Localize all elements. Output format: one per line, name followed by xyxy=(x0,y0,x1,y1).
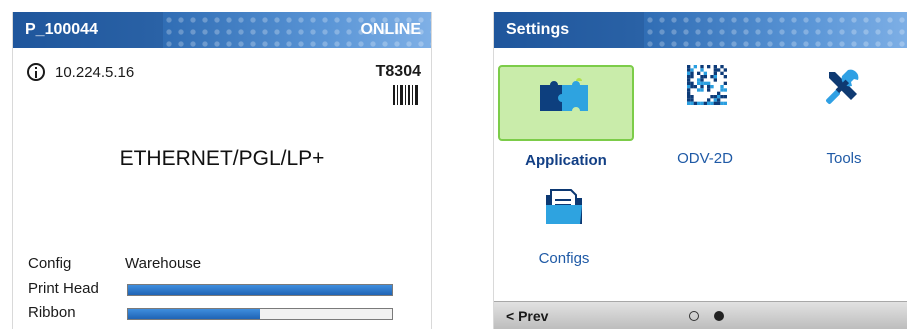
page-indicator-2[interactable] xyxy=(714,311,724,321)
status-header-bar: P_100044 ONLINE xyxy=(13,12,431,48)
puzzle-icon xyxy=(540,78,588,111)
print-head-label: Print Head xyxy=(28,280,99,297)
datamatrix-icon xyxy=(687,65,727,105)
folder-icon xyxy=(546,189,582,224)
tile-label-configs: Configs xyxy=(538,250,590,267)
tile-label-application: Application xyxy=(525,152,607,169)
ip-address: 10.224.5.16 xyxy=(55,64,135,81)
info-icon[interactable] xyxy=(27,63,45,81)
tile-configs[interactable]: Configs xyxy=(498,182,634,267)
status-screen: P_100044 ONLINE 10.224.5.16 T8304 ETHERN… xyxy=(12,12,432,329)
nav-bar: < Prev xyxy=(494,301,907,329)
online-status: ONLINE xyxy=(360,21,421,38)
printer-name: P_100044 xyxy=(25,21,98,38)
settings-title: Settings xyxy=(506,21,570,38)
tile-odv-2d[interactable]: ODV-2D xyxy=(637,65,773,167)
tile-application[interactable]: Application xyxy=(498,65,634,169)
tools-icon xyxy=(826,69,859,104)
config-value: Warehouse xyxy=(125,255,202,272)
print-head-gauge-fill xyxy=(128,285,392,295)
tile-tools[interactable]: Tools xyxy=(776,65,907,167)
tile-label-odv-2d: ODV-2D xyxy=(677,150,733,167)
prev-button[interactable]: < Prev xyxy=(506,308,548,324)
barcode-icon xyxy=(393,85,419,105)
ribbon-gauge-fill xyxy=(128,309,260,319)
printer-model: T8304 xyxy=(375,63,421,80)
emulation-protocol: ETHERNET/PGL/LP+ xyxy=(119,147,325,170)
config-label: Config xyxy=(28,255,72,272)
settings-header-bar: Settings xyxy=(494,12,907,48)
ribbon-label: Ribbon xyxy=(28,304,76,321)
print-head-gauge xyxy=(127,284,393,296)
ribbon-gauge xyxy=(127,308,393,320)
tile-label-tools: Tools xyxy=(826,150,862,167)
page-indicator-1[interactable] xyxy=(689,311,699,321)
settings-screen: Settings Application ODV-2D Tools Config… xyxy=(493,12,907,329)
